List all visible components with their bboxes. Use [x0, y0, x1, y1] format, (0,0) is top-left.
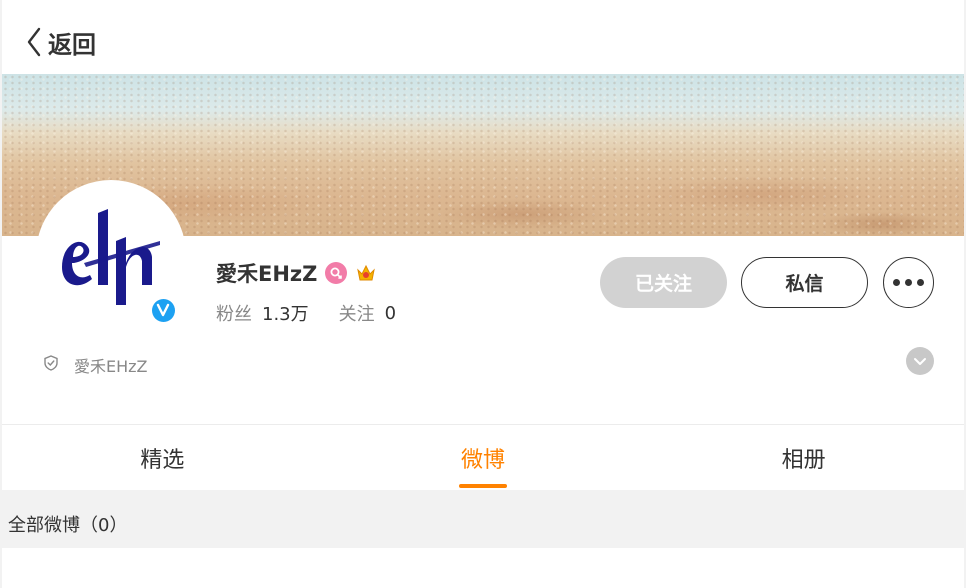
description-row: 愛禾EHzZ — [42, 353, 148, 377]
chevron-left-icon — [26, 27, 42, 57]
expand-button[interactable] — [906, 347, 934, 375]
more-button[interactable] — [883, 257, 934, 308]
following-label[interactable]: 关注 — [339, 300, 375, 326]
tab-label: 精选 — [140, 447, 185, 473]
chevron-down-icon — [913, 352, 927, 371]
followed-button[interactable]: 已关注 — [600, 257, 727, 308]
profile-tabs: 精选 微博 相册 — [2, 424, 964, 490]
tab-album[interactable]: 相册 — [643, 425, 964, 490]
more-dots-icon — [893, 279, 924, 286]
all-posts-label: 全部微博（0） — [8, 515, 128, 536]
female-icon — [325, 262, 348, 284]
name-row: 愛禾EHzZ — [216, 258, 377, 288]
tab-underline — [459, 484, 507, 488]
profile-description: 愛禾EHzZ — [74, 357, 148, 376]
following-count[interactable]: 0 — [385, 303, 396, 324]
fans-label[interactable]: 粉丝 — [216, 300, 252, 326]
verified-v-icon — [150, 297, 176, 323]
username: 愛禾EHzZ — [216, 262, 318, 286]
back-button[interactable]: 返回 — [26, 20, 96, 64]
tab-weibo[interactable]: 微博 — [323, 425, 644, 490]
crown-icon[interactable] — [355, 262, 377, 284]
feed-card — [2, 548, 964, 588]
shield-icon — [42, 354, 60, 376]
fans-count[interactable]: 1.3万 — [262, 300, 309, 326]
tab-label: 微博 — [461, 447, 506, 473]
tab-featured[interactable]: 精选 — [2, 425, 323, 490]
stats-row: 粉丝 1.3万 关注 0 — [216, 299, 396, 327]
header-bar: 返回 — [2, 0, 964, 74]
message-button[interactable]: 私信 — [741, 257, 868, 308]
tab-label: 相册 — [781, 447, 826, 473]
back-label: 返回 — [48, 30, 96, 59]
